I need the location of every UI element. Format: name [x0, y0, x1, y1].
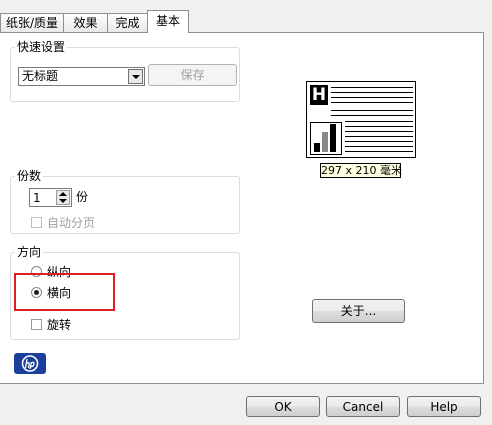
preview-logo-letter: H	[310, 85, 328, 105]
tab-paper-quality[interactable]: 纸张/质量	[0, 13, 64, 32]
orientation-preview: H	[306, 81, 416, 158]
preview-text-lines	[331, 87, 413, 152]
cancel-button[interactable]: Cancel	[326, 396, 400, 417]
about-button[interactable]: 关于...	[312, 299, 405, 323]
collate-checkbox[interactable]	[31, 217, 42, 228]
copies-value: 1	[33, 191, 41, 205]
collate-label: 自动分页	[47, 216, 96, 230]
preview-chart-bar	[322, 132, 328, 152]
highlight-box	[14, 273, 115, 311]
spin-down-icon[interactable]	[59, 199, 67, 203]
paper-size-label: 297 x 210 毫米	[320, 163, 402, 178]
preview-chart-bar	[330, 124, 336, 152]
save-button[interactable]: 保存	[148, 64, 237, 86]
tab-finishing[interactable]: 完成	[107, 13, 148, 32]
rotate-label: 旋转	[47, 318, 72, 332]
hp-logo-mark	[21, 355, 39, 372]
chevron-down-icon[interactable]	[128, 69, 143, 84]
preview-chart-box	[310, 122, 342, 155]
copies-unit: 份	[76, 190, 89, 204]
copies-input[interactable]: 1	[29, 188, 72, 207]
quick-settings-select[interactable]: 无标题	[18, 67, 145, 86]
copies-spinner[interactable]	[56, 190, 70, 205]
copies-legend: 份数	[15, 169, 44, 183]
rotate-checkbox[interactable]	[31, 319, 42, 330]
help-button[interactable]: Help	[407, 396, 481, 417]
tab-effects[interactable]: 效果	[63, 13, 108, 32]
quick-settings-legend: 快速设置	[15, 40, 68, 54]
orientation-legend: 方向	[15, 245, 44, 259]
tab-basics[interactable]: 基本	[147, 10, 189, 33]
quick-settings-value: 无标题	[22, 69, 59, 83]
ok-button[interactable]: OK	[246, 396, 320, 417]
preview-chart-bar	[314, 143, 320, 152]
spin-up-icon[interactable]	[59, 192, 67, 196]
hp-logo	[14, 353, 46, 374]
